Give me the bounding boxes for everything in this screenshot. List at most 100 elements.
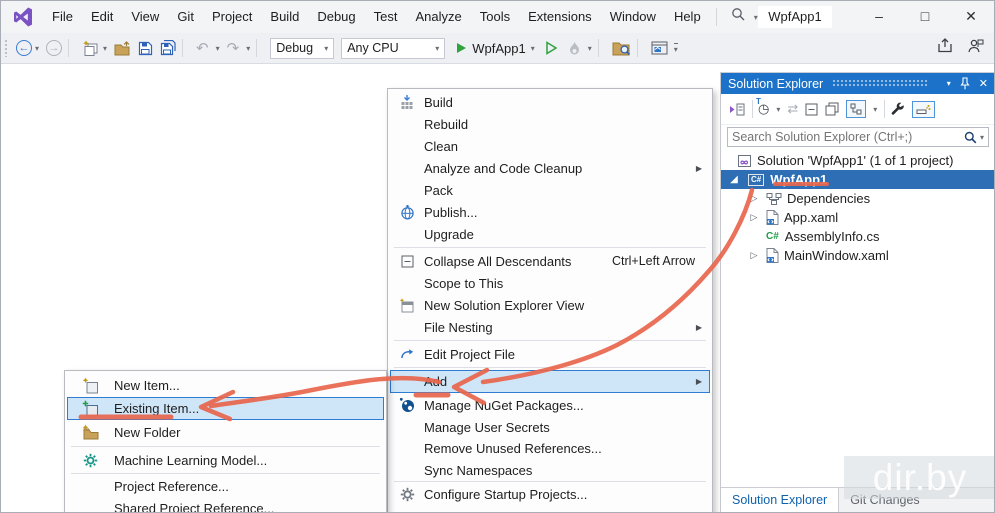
gear-icon [396,487,418,502]
save-button[interactable] [138,41,153,56]
filter-dropdown-icon[interactable]: ▾ [776,105,780,114]
menu-item-build[interactable]: Build [390,91,710,113]
menu-item-publish[interactable]: Publish... [390,201,710,223]
pin-icon[interactable] [960,77,970,90]
navigate-forward-button[interactable]: → [46,40,62,56]
tree-collapsed-icon[interactable]: ▷ [749,212,759,223]
menu-item-collapse-all-descendants[interactable]: Collapse All Descendants Ctrl+Left Arrow [390,250,710,272]
menu-item-sync-namespaces[interactable]: Sync Namespaces [390,459,710,481]
menu-item-new-folder[interactable]: New Folder [67,421,384,443]
menu-item-configure-startup-projects[interactable]: Configure Startup Projects... [390,483,710,505]
tree-item-app-xaml[interactable]: ▷ App.xaml [721,208,995,227]
tree-item-mainwindow-xaml[interactable]: ▷ MainWindow.xaml [721,246,995,265]
menu-item-analyze-and-code-cleanup[interactable]: Analyze and Code Cleanup▶ [390,157,710,179]
menu-item-new-solution-explorer-view[interactable]: New Solution Explorer View [390,294,710,316]
menu-item-pack[interactable]: Pack [390,179,710,201]
file-nesting-dropdown-icon[interactable]: ▾ [873,105,877,114]
menu-item-rebuild[interactable]: Rebuild [390,113,710,135]
menu-item-shared-project-reference[interactable]: Shared Project Reference... [67,497,384,513]
menu-item-set-as-startup-project[interactable]: Set as Startup Project [390,506,710,513]
menu-item-upgrade[interactable]: Upgrade [390,223,710,245]
sync-with-active-document-icon[interactable]: ⇄ [787,101,798,117]
tree-item-project-wpfapp1[interactable]: ◢ C# WpfApp1 [721,170,995,189]
hot-reload-dropdown-icon[interactable]: ▾ [588,44,592,53]
redo-button[interactable]: ↷ [227,41,240,56]
menu-window[interactable]: Window [601,1,665,33]
tab-solution-explorer[interactable]: Solution Explorer [721,488,839,513]
solution-explorer-search[interactable]: ▾ [727,127,989,147]
redo-dropdown-icon[interactable]: ▾ [246,44,250,53]
menu-item-existing-item[interactable]: Existing Item... [67,397,384,420]
live-share-button[interactable] [651,41,668,55]
existing-item-icon [76,400,104,417]
user-feedback-icon[interactable] [967,38,984,58]
menu-item-add[interactable]: Add ▶ [390,370,710,393]
share-feedback-icon[interactable] [937,38,953,58]
properties-wrench-icon[interactable] [890,102,905,117]
navigate-back-button[interactable]: ← [16,40,32,56]
minimize-button[interactable]: – [856,1,902,33]
add-submenu: New Item... Existing Item... New Folder … [64,370,387,513]
solution-configuration-select[interactable]: Debug ▾ [270,38,334,59]
close-button[interactable]: ✕ [948,1,994,33]
solution-platform-select[interactable]: Any CPU ▾ [341,38,445,59]
menu-extensions[interactable]: Extensions [519,1,601,33]
tree-expanded-icon[interactable]: ◢ [729,174,739,185]
tree-item-assemblyinfo-cs[interactable]: C# AssemblyInfo.cs [721,227,995,246]
new-project-dropdown-icon[interactable]: ▾ [103,44,107,53]
menu-tools[interactable]: Tools [471,1,519,33]
menu-item-manage-nuget-packages[interactable]: Manage NuGet Packages... [390,394,710,416]
menu-item-new-item[interactable]: New Item... [67,374,384,396]
maximize-button[interactable]: □ [902,1,948,33]
menu-item-manage-user-secrets[interactable]: Manage User Secrets [390,416,710,438]
tree-item-solution[interactable]: Solution 'WpfApp1' (1 of 1 project) [721,151,995,170]
menu-item-file-nesting[interactable]: File Nesting▶ [390,316,710,338]
show-all-files-icon[interactable] [825,102,839,116]
menu-item-project-reference[interactable]: Project Reference... [67,475,384,497]
undo-button[interactable]: ↶ [196,41,209,56]
menu-analyze[interactable]: Analyze [406,1,470,33]
menu-item-machine-learning-model[interactable]: Machine Learning Model... [67,449,384,471]
search-input[interactable] [728,130,964,144]
start-debugging-button[interactable]: WpfApp1 ▾ [457,41,535,56]
menu-debug[interactable]: Debug [308,1,364,33]
find-in-files-button[interactable] [612,40,631,56]
toolbar-overflow-button[interactable]: ▾ [674,43,678,53]
switch-views-icon[interactable] [728,102,745,117]
close-icon[interactable]: ✕ [979,77,988,90]
save-all-button[interactable] [160,40,176,56]
preview-selected-items-toggle[interactable] [912,101,935,118]
hot-reload-button[interactable] [568,41,581,56]
new-project-button[interactable] [82,40,100,57]
search-icon[interactable] [964,131,977,144]
menu-build[interactable]: Build [261,1,308,33]
menu-test[interactable]: Test [365,1,407,33]
menu-item-remove-unused-references[interactable]: Remove Unused References... [390,437,710,459]
menu-git[interactable]: Git [168,1,203,33]
menu-project[interactable]: Project [203,1,261,33]
navigate-back-dropdown-icon[interactable]: ▾ [35,44,39,53]
collapse-all-icon[interactable] [805,103,818,116]
menu-item-clean[interactable]: Clean [390,135,710,157]
panel-menu-icon[interactable]: ▾ [947,79,951,88]
start-without-debugging-button[interactable] [545,41,558,55]
tree-item-dependencies[interactable]: ▷ Dependencies [721,189,995,208]
pending-changes-filter-icon[interactable]: ◷ T [758,101,769,117]
open-file-button[interactable] [114,41,131,56]
search-options-icon[interactable]: ▾ [980,133,984,142]
file-nesting-toggle[interactable] [846,100,866,118]
tree-collapsed-icon[interactable]: ▷ [749,193,759,204]
menu-item-edit-project-file[interactable]: Edit Project File [390,343,710,365]
menu-file[interactable]: File [43,1,82,33]
menu-help[interactable]: Help [665,1,710,33]
quick-search[interactable]: ▾ [731,7,758,27]
menu-view[interactable]: View [122,1,168,33]
tree-collapsed-icon[interactable]: ▷ [749,250,759,261]
solution-explorer-titlebar[interactable]: Solution Explorer ▾ ✕ [721,73,995,94]
menu-item-scope-to-this[interactable]: Scope to This [390,272,710,294]
run-target-label: WpfApp1 [472,41,525,56]
menu-edit[interactable]: Edit [82,1,122,33]
chevron-down-icon: ▾ [531,44,535,53]
toolbar-grip[interactable] [4,39,9,57]
undo-dropdown-icon[interactable]: ▾ [216,44,220,53]
